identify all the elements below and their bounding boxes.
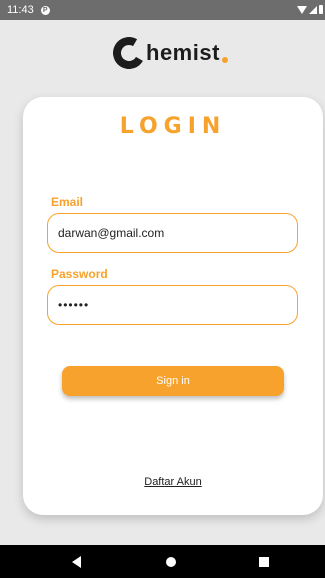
battery-icon xyxy=(319,5,323,14)
status-bar: 11:43 P xyxy=(0,0,325,20)
logo-text: hemist xyxy=(146,40,220,65)
logo-c-mark-icon xyxy=(109,33,149,73)
navigation-bar xyxy=(0,545,325,578)
recents-icon[interactable] xyxy=(259,557,269,567)
login-card: LOGIN Email darwan@gmail.com Password ••… xyxy=(23,97,323,515)
email-label: Email xyxy=(51,195,84,209)
page-title: LOGIN xyxy=(119,114,227,139)
status-time: 11:43 xyxy=(7,4,34,16)
home-icon[interactable] xyxy=(166,557,176,567)
status-icons xyxy=(297,5,323,14)
logo-dot-icon xyxy=(221,57,228,63)
sign-in-button[interactable]: Sign in xyxy=(62,366,284,396)
register-link[interactable]: Daftar Akun xyxy=(23,476,323,488)
back-icon[interactable] xyxy=(72,556,81,568)
password-label: Password xyxy=(51,267,108,281)
signal-icon xyxy=(309,5,317,14)
wifi-icon xyxy=(297,5,307,14)
email-field[interactable]: darwan@gmail.com xyxy=(47,213,298,253)
chemist-logo: hemist xyxy=(109,33,228,73)
password-value: •••••• xyxy=(58,298,90,312)
email-value: darwan@gmail.com xyxy=(58,226,165,240)
notification-icon: P xyxy=(40,5,50,15)
password-field[interactable]: •••••• xyxy=(47,285,298,325)
sign-in-label: Sign in xyxy=(156,375,190,387)
